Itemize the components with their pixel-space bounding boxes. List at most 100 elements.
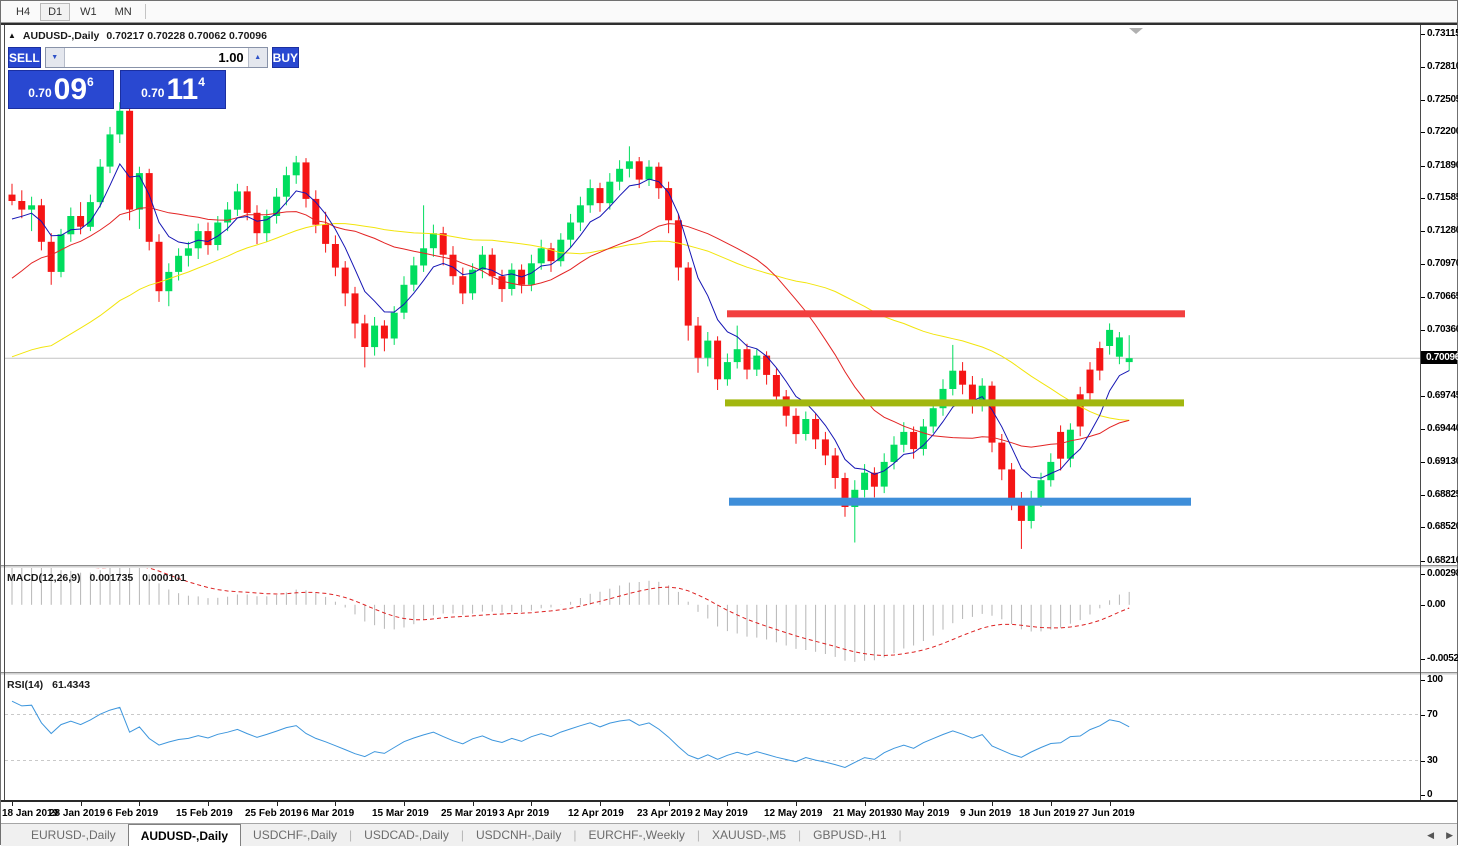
mt4-window: H4 D1 W1 MN ▲ AUDUSD-,Daily 0.70217 0.70228… (0, 0, 1458, 846)
sell-price-pip: 6 (87, 75, 94, 89)
rsi-line (11, 700, 1130, 769)
sell-price-tile[interactable]: 0.70 09 6 (8, 70, 114, 109)
macd-main-value: 0.001735 (89, 572, 134, 584)
price-axis-label: 0.68520 (1427, 521, 1458, 532)
date-axis-label: 6 Feb 2019 (107, 808, 159, 819)
chart-shift-marker-icon[interactable] (1129, 28, 1143, 34)
macd-axis-label: 0.00 (1427, 599, 1446, 610)
buy-price-big: 11 (166, 73, 199, 106)
rsi-axis-tick (1421, 680, 1425, 681)
rsi-value: 61.4343 (52, 679, 91, 691)
macd-signal-value: 0.000101 (142, 572, 186, 584)
macd-axis-label: -0.00525 (1427, 653, 1458, 664)
collapse-panel-icon[interactable]: ▲ (8, 32, 16, 40)
date-axis-tick (796, 802, 797, 806)
timeframe-button-H4[interactable]: H4 (8, 3, 38, 21)
chart-left-border (4, 25, 5, 800)
rsi-axis-label: 0 (1427, 789, 1433, 800)
date-axis-tick (1051, 802, 1052, 806)
tab-audusd-daily[interactable]: AUDUSD-,Daily (127, 824, 242, 846)
price-axis-tick (1421, 67, 1425, 68)
buy-button[interactable]: BUY (271, 47, 300, 68)
rsi-label: RSI(14) 61.4343 (7, 679, 90, 691)
timeframe-toolbar: H4 D1 W1 MN (1, 1, 1457, 23)
date-axis-label: 18 Jun 2019 (1019, 808, 1076, 819)
sell-button[interactable]: SELL (8, 47, 41, 68)
price-axis-tick (1421, 429, 1425, 430)
date-axis-label: 27 Jun 2019 (1078, 808, 1135, 819)
ma-slow-line (11, 222, 1130, 421)
resistance-line[interactable] (727, 310, 1185, 318)
tab-separator: | (898, 828, 902, 842)
tab-xauusd-m5[interactable]: XAUUSD-,M5 (700, 824, 798, 846)
price-axis-tick (1421, 396, 1425, 397)
price-axis-tick (1421, 198, 1425, 199)
date-axis-label: 15 Mar 2019 (372, 808, 429, 819)
price-axis-label: 0.71890 (1427, 160, 1458, 171)
volume-decrease-icon[interactable]: ▼ (45, 48, 65, 67)
date-axis-label: 25 Mar 2019 (441, 808, 498, 819)
tab-usdcad-daily[interactable]: USDCAD-,Daily (352, 824, 461, 846)
lower-support-line[interactable] (729, 497, 1191, 506)
tab-usdchf-daily[interactable]: USDCHF-,Daily (241, 824, 349, 846)
mid-support-line[interactable] (725, 399, 1184, 407)
volume-increase-icon[interactable]: ▲ (247, 48, 267, 67)
timeframe-button-D1[interactable]: D1 (40, 2, 71, 21)
ma-fast-line (11, 163, 1130, 479)
macd-axis-tick (1421, 574, 1425, 575)
date-axis-tick (1110, 802, 1111, 806)
date-axis-tick (923, 802, 924, 806)
chart-title: ▲ AUDUSD-,Daily 0.70217 0.70228 0.70062 … (8, 30, 267, 42)
chart-symbol-label: AUDUSD-,Daily (22, 30, 100, 42)
candles (8, 102, 1133, 549)
timeframe-button-MN[interactable]: MN (107, 3, 140, 21)
tab-scroll-arrows: ◀ ▶ (1427, 824, 1453, 847)
date-axis-label: 30 May 2019 (891, 808, 950, 819)
price-axis-label: 0.72810 (1427, 61, 1458, 72)
tab-usdcnh-daily[interactable]: USDCNH-,Daily (464, 824, 573, 846)
volume-spinner: ▼ ▲ (44, 47, 268, 68)
date-axis-tick (669, 802, 670, 806)
chart-tabs: EURUSD-,Daily AUDUSD-,Daily USDCHF-,Daily |… (19, 824, 902, 846)
macd-name: MACD(12,26,9) (7, 572, 81, 584)
tab-eurusd-daily[interactable]: EURUSD-,Daily (19, 824, 128, 846)
date-axis-label: 12 Apr 2019 (568, 808, 624, 819)
scroll-left-icon[interactable]: ◀ (1427, 830, 1434, 841)
rsi-pane-canvas[interactable] (5, 675, 1420, 800)
scroll-right-icon[interactable]: ▶ (1446, 830, 1453, 841)
date-axis-tick (992, 802, 993, 806)
chart-tab-bar: EURUSD-,Daily AUDUSD-,Daily USDCHF-,Daily |… (1, 823, 1457, 846)
price-axis-tick (1421, 34, 1425, 35)
price-axis-tick (1421, 527, 1425, 528)
timeframe-buttons: H4 D1 W1 MN (1, 2, 141, 21)
tab-eurchf-weekly[interactable]: EURCHF-,Weekly (576, 824, 696, 846)
price-axis-tick (1421, 561, 1425, 562)
price-axis-label: 0.69440 (1427, 423, 1458, 434)
date-axis-tick (727, 802, 728, 806)
date-axis-tick (600, 802, 601, 806)
date-axis-label: 28 Jan 2019 (49, 808, 106, 819)
rsi-axis-label: 30 (1427, 755, 1438, 766)
date-axis-label: 12 May 2019 (764, 808, 823, 819)
price-axis-tick (1421, 166, 1425, 167)
macd-axis-tick (1421, 605, 1425, 606)
volume-input[interactable] (64, 48, 248, 67)
buy-price-pip: 4 (198, 75, 205, 89)
price-axis-tick (1421, 495, 1425, 496)
price-axis-label: 0.68210 (1427, 555, 1458, 566)
date-axis-label: 25 Feb 2019 (245, 808, 302, 819)
rsi-axis-label: 70 (1427, 709, 1438, 720)
price-axis-label: 0.69130 (1427, 456, 1458, 467)
sell-price-prefix: 0.70 (28, 86, 52, 100)
buy-price-tile[interactable]: 0.70 11 4 (120, 70, 226, 109)
timeframe-button-W1[interactable]: W1 (72, 3, 105, 21)
tab-gbpusd-h1[interactable]: GBPUSD-,H1 (801, 824, 898, 846)
price-axis[interactable]: 0.73115 0.72810 0.72505 0.72200 0.71890 0.715… (1421, 25, 1458, 800)
date-axis-tick (865, 802, 866, 806)
price-axis-tick (1421, 264, 1425, 265)
date-axis[interactable]: 18 Jan 2019 28 Jan 2019 6 Feb 2019 15 Feb 2… (1, 802, 1457, 823)
price-axis-label: 0.70665 (1427, 291, 1458, 302)
price-axis-tick (1421, 297, 1425, 298)
macd-pane-canvas[interactable] (5, 568, 1420, 672)
one-click-trading-panel: SELL ▼ ▲ BUY 0.70 09 6 0.70 11 4 (8, 47, 300, 109)
